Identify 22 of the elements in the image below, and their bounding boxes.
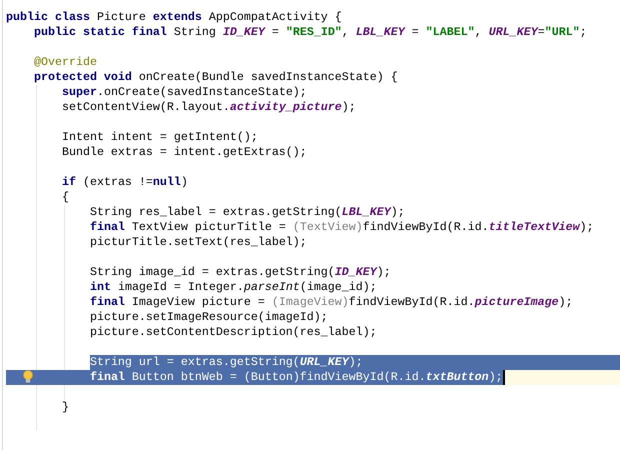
code-line: } [62, 400, 69, 415]
lightbulb-icon[interactable] [22, 370, 34, 384]
code-line: Intent intent = getIntent(); [62, 130, 258, 145]
code-line: picture.setContentDescription(res_label); [90, 325, 377, 340]
code-line: final TextView picturTitle = (TextView)findViewById(R.id.titleTextView); [90, 220, 594, 235]
code-line: Bundle extras = intent.getExtras(); [62, 145, 307, 160]
code-line: picture.setImageResource(imageId); [90, 310, 328, 325]
code-line: public static final String ID_KEY = "RES_ID", LBL_KEY = "LABEL", URL_KEY="URL"; [34, 25, 587, 40]
code-line: @Override [34, 55, 97, 70]
code-line: String res_label = extras.getString(LBL_KEY); [90, 205, 405, 220]
code-line: final ImageView picture = (ImageView)findViewById(R.id.pictureImage); [90, 295, 573, 310]
code-line: int imageId = Integer.parseInt(image_id); [90, 280, 377, 295]
code-line: protected void onCreate(Bundle savedInstanceState) { [34, 70, 398, 85]
code-line: final Button btnWeb = (Button)findViewById(R.id.txtButton); [90, 370, 503, 385]
code-line: setContentView(R.layout.activity_picture); [62, 100, 356, 115]
code-line: picturTitle.setText(res_label); [90, 235, 307, 250]
code-line: if (extras !=null) [62, 175, 188, 190]
code-line: String url = extras.getString(URL_KEY); [90, 355, 363, 370]
code-line: String image_id = extras.getString(ID_KEY); [90, 265, 391, 280]
code-line: { [62, 190, 69, 205]
code-line: public class Picture extends AppCompatActivity { [6, 10, 342, 25]
code-line: super.onCreate(savedInstanceState); [62, 85, 307, 100]
